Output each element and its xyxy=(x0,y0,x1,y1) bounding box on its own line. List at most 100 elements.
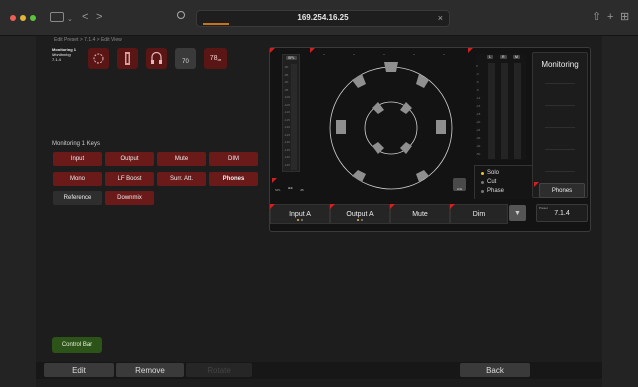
browser-window: ⌄ < > 169.254.16.25 × ⇧ + ⊞ Edit Preset … xyxy=(0,0,638,387)
share-icon[interactable]: ⇧ xyxy=(592,10,601,24)
solo-indicator xyxy=(481,171,484,175)
speaker-edit-marker xyxy=(310,48,315,53)
key-input-button[interactable]: Input xyxy=(53,152,102,166)
spl-tick-label: -90 xyxy=(284,80,289,84)
level-78-icon[interactable]: 78 dB xyxy=(204,48,227,69)
spl-bar-track xyxy=(291,64,297,170)
solo-option-label: Solo xyxy=(487,170,500,176)
spl-tick-label: -115 xyxy=(284,117,290,122)
close-tab-icon[interactable]: × xyxy=(438,13,443,23)
back-icon[interactable]: < xyxy=(82,10,88,24)
spl-readout: -- xyxy=(288,185,293,192)
monitoring-panel: SPL -80 -85 -90 -95 -100 -105 -110 -115 -120 -125… xyxy=(269,47,591,232)
spl-tick-label: -145 xyxy=(284,162,291,167)
spl-tick-label: -120 xyxy=(284,125,291,129)
url-text: 169.254.16.25 xyxy=(297,13,349,22)
meter-tick-label: 0 xyxy=(476,64,478,68)
meter-tick-label: -50 xyxy=(476,152,481,156)
output-a-edit-marker xyxy=(330,204,335,209)
meter-tick-label: -15 xyxy=(476,104,481,108)
spl-tick-label: -80 xyxy=(284,65,289,69)
output-a-label: Output A xyxy=(346,210,374,218)
solo-mode-selector[interactable]: Solo Cut Phase xyxy=(474,165,532,199)
phones-button[interactable]: Phones xyxy=(539,183,585,198)
breadcrumb: Edit Preset > 7.1.4 > Edit View xyxy=(54,37,122,43)
input-a-button[interactable]: Input A xyxy=(270,204,330,224)
close-window-icon[interactable] xyxy=(10,15,16,21)
spl-tick-label: -135 xyxy=(284,147,291,152)
address-bar[interactable]: 169.254.16.25 × xyxy=(196,10,450,27)
edit-button[interactable]: Edit xyxy=(44,363,114,377)
monitoring-display: Monitoring xyxy=(532,52,588,198)
talkback-icon[interactable] xyxy=(117,48,138,69)
level-70-icon[interactable]: 70 xyxy=(175,48,196,69)
meter-tick-label: -20 xyxy=(476,120,481,124)
remove-button[interactable]: Remove xyxy=(116,363,184,377)
preset-display[interactable]: Preset 7.1.4 xyxy=(536,204,588,222)
divider xyxy=(545,83,575,84)
loading-progress-bar xyxy=(203,23,229,25)
meter-tick-label: -9 xyxy=(476,88,479,92)
tabs-overview-icon[interactable]: ⊞ xyxy=(620,10,629,24)
zoom-window-icon[interactable] xyxy=(30,15,36,21)
divider xyxy=(545,127,575,128)
spl-tick-label: -130 xyxy=(284,140,291,144)
spl-tick-label: -100 xyxy=(284,95,291,99)
level-78-label: 78 xyxy=(209,55,218,62)
output-a-button[interactable]: Output A xyxy=(330,204,390,224)
phase-indicator xyxy=(481,189,484,193)
sidebar-icon[interactable] xyxy=(50,12,64,22)
meter-edit-marker xyxy=(468,48,473,53)
key-surr-att-button[interactable]: Surr. Att. xyxy=(157,172,206,186)
input-a-dots xyxy=(297,219,303,221)
meter-tick-label: -3 xyxy=(476,72,479,76)
forward-icon[interactable]: > xyxy=(96,10,102,24)
cut-option[interactable]: Cut xyxy=(481,179,496,185)
key-output-button[interactable]: Output xyxy=(105,152,154,166)
spl-tick-label: -125 xyxy=(284,132,291,137)
key-downmix-button[interactable]: Downmix xyxy=(105,191,154,205)
meter-label-r: R xyxy=(500,55,507,59)
meter-tick-label: -24 xyxy=(476,128,481,132)
browser-toolbar: ⌄ < > 169.254.16.25 × ⇧ + ⊞ xyxy=(0,0,638,36)
spl-unit: dB xyxy=(300,188,304,192)
minimize-window-icon[interactable] xyxy=(20,15,26,21)
dim-button[interactable]: Dim xyxy=(450,204,508,224)
divider xyxy=(545,105,575,106)
meter-label-l: L xyxy=(487,55,493,59)
key-dim-button[interactable]: DIM xyxy=(209,152,258,166)
output-a-dots xyxy=(357,219,363,221)
back-button[interactable]: Back xyxy=(460,363,530,377)
meter-bar-m xyxy=(514,63,521,159)
meter-tick-label: -40 xyxy=(476,144,481,148)
mute-edit-marker xyxy=(390,204,395,209)
key-phones-button[interactable]: Phones xyxy=(209,172,258,186)
edit-corner-marker xyxy=(270,48,275,53)
mute-button[interactable]: Mute xyxy=(390,204,450,224)
spl-label: SPL xyxy=(286,56,297,60)
lfe-speaker-icon[interactable]: LFE xyxy=(453,178,466,191)
meter-label-m: M xyxy=(513,55,520,59)
solo-option[interactable]: Solo xyxy=(481,170,499,176)
key-mute-button[interactable]: Mute xyxy=(157,152,206,166)
meter-bar-l xyxy=(488,63,495,159)
control-bar-button[interactable]: Control Bar xyxy=(52,337,102,353)
meter-tick-label: -18 xyxy=(476,112,481,116)
phase-option[interactable]: Phase xyxy=(481,188,504,194)
preset-line-3: 7.1.4 xyxy=(52,57,61,62)
spl-mode-label: SPL xyxy=(275,188,281,192)
key-lf-boost-button[interactable]: LF Boost xyxy=(105,172,154,186)
phones-icon[interactable] xyxy=(146,48,167,69)
key-mono-button[interactable]: Mono xyxy=(53,172,102,186)
chevron-down-icon[interactable]: ▼ xyxy=(509,205,526,221)
meter-tick-label: -30 xyxy=(476,136,481,140)
rotate-button: Rotate xyxy=(186,363,252,377)
new-tab-icon[interactable]: + xyxy=(607,10,613,24)
monitoring-speaker-icon[interactable] xyxy=(88,48,109,69)
speaker-layout[interactable] xyxy=(314,52,466,202)
key-reference-button[interactable]: Reference xyxy=(53,191,102,205)
chevron-down-icon[interactable]: ⌄ xyxy=(67,13,73,27)
meter-tick-label: -6 xyxy=(476,80,479,84)
spl-edit-marker xyxy=(272,178,277,183)
level-70-label: 70 xyxy=(182,59,189,65)
